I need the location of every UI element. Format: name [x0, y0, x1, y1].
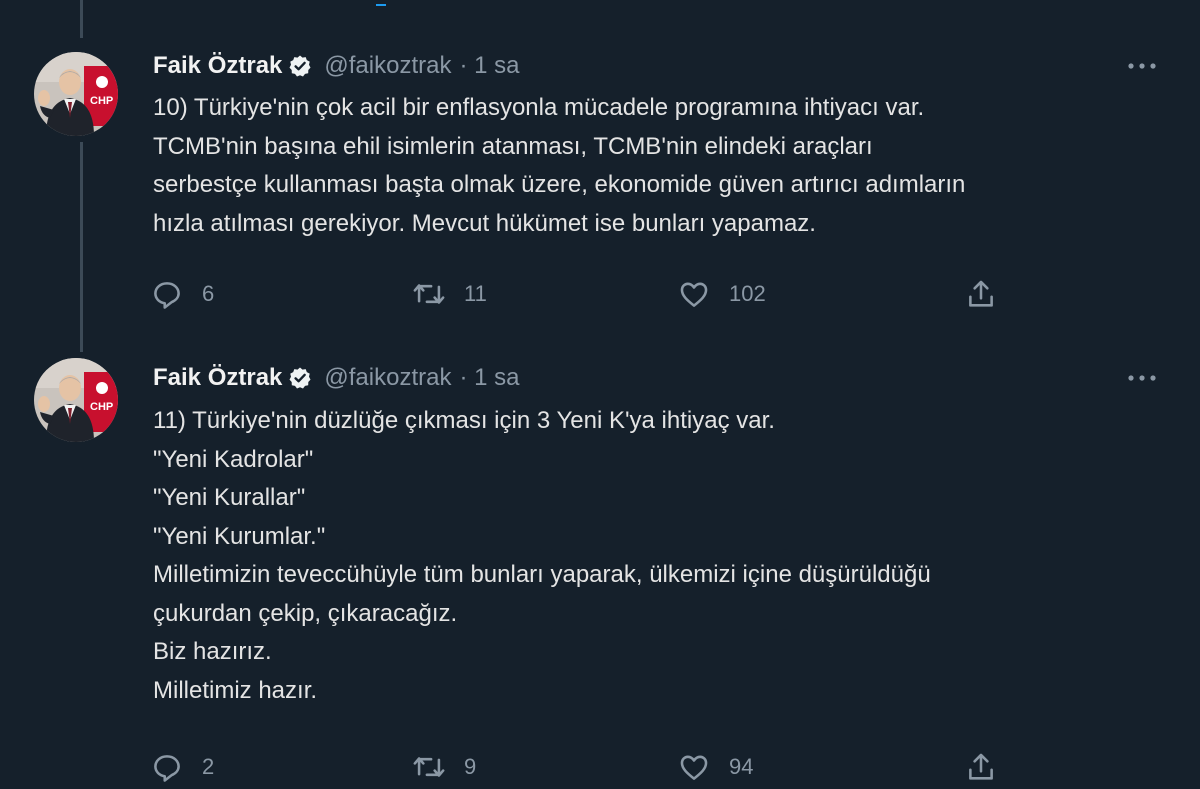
tweet-text-line: 11) Türkiye'nin düzlüğe çıkması için 3 Y… — [153, 407, 775, 434]
share-button[interactable] — [964, 747, 998, 787]
tweet-text-line: serbestçe kullanması başta olmak üzere, … — [153, 171, 966, 198]
tweet-text-line: Milletimiz hazır. — [153, 676, 318, 704]
tweet-text-line: çukurdan çekip, çıkaracağız. — [153, 599, 458, 627]
retweet-count: 9 — [464, 754, 477, 779]
reply-button[interactable]: 2 — [150, 747, 214, 787]
author-handle[interactable]: @faikoztrak — [324, 364, 451, 392]
retweet-icon — [413, 757, 445, 777]
avatar-badge-text: CHP — [90, 95, 113, 107]
reply-icon — [154, 282, 180, 309]
tweet-timestamp[interactable]: · 1 sa — [459, 364, 519, 392]
retweet-count: 11 — [464, 281, 487, 306]
author-name[interactable]: Faik Öztrak — [153, 364, 282, 392]
like-count: 102 — [729, 281, 766, 306]
tweet-actions: 2 9 94 — [150, 747, 1010, 787]
share-button[interactable] — [964, 274, 998, 314]
reply-count: 2 — [202, 754, 215, 779]
more-options-icon[interactable] — [1122, 360, 1162, 396]
like-count: 94 — [729, 754, 754, 779]
tweet-text-line: "Yeni Kadrolar" — [153, 445, 314, 473]
tweet[interactable]: CHP Faik Öztrak @faikoztrak · 1 sa — [0, 345, 1200, 789]
tweet[interactable]: CHP Faik Öztrak @faikoztrak · 1 sa — [0, 0, 1200, 345]
avatar-photo: CHP — [34, 52, 118, 136]
author-name[interactable]: Faik Öztrak — [153, 52, 282, 80]
verified-badge-icon — [288, 54, 312, 78]
avatar[interactable]: CHP — [34, 358, 118, 442]
tweet-header: Faik Öztrak @faikoztrak · 1 sa — [153, 48, 520, 84]
tweet-timestamp[interactable]: · 1 sa — [459, 52, 519, 80]
avatar-photo: CHP — [34, 358, 118, 442]
retweet-icon — [413, 284, 445, 304]
tweet-text: 10) Türkiye'nin çok acil bir enflasyonla… — [153, 89, 1173, 243]
timeline: CHP Faik Öztrak @faikoztrak · 1 sa 10) T… — [0, 0, 1200, 789]
tweet-actions: 6 11 102 — [150, 274, 1010, 314]
tweet-text-line: Milletimizin teveccühüyle tüm bunları ya… — [153, 561, 931, 588]
retweet-button[interactable]: 11 — [412, 274, 487, 314]
author-handle[interactable]: @faikoztrak — [324, 52, 451, 80]
reply-icon — [154, 755, 180, 782]
tweet-header: Faik Öztrak @faikoztrak · 1 sa — [153, 360, 520, 396]
tweet-text-line: hızla atılması gerekiyor. Mevcut hükümet… — [153, 209, 816, 237]
tweet-text-line: "Yeni Kurumlar." — [153, 522, 326, 550]
tweet-text-line: 10) Türkiye'nin çok acil bir enflasyonla… — [153, 94, 925, 121]
like-icon — [680, 282, 708, 307]
avatar-badge-text: CHP — [90, 401, 113, 413]
like-button[interactable]: 102 — [677, 274, 766, 314]
like-icon — [680, 755, 708, 780]
tweet-text-line: "Yeni Kurallar" — [153, 484, 306, 511]
reply-button[interactable]: 6 — [150, 274, 214, 314]
more-options-icon[interactable] — [1122, 48, 1162, 84]
tweet-text: 11) Türkiye'nin düzlüğe çıkması için 3 Y… — [153, 402, 1173, 710]
tweet-text-line: TCMB'nin başına ehil isimlerin atanması,… — [153, 132, 873, 160]
share-icon — [969, 280, 993, 307]
tweet-text-line: Biz hazırız. — [153, 638, 272, 665]
verified-badge-icon — [288, 366, 312, 390]
retweet-button[interactable]: 9 — [412, 747, 476, 787]
reply-count: 6 — [202, 281, 215, 306]
like-button[interactable]: 94 — [677, 747, 753, 787]
share-icon — [969, 753, 993, 780]
avatar[interactable]: CHP — [34, 52, 118, 136]
